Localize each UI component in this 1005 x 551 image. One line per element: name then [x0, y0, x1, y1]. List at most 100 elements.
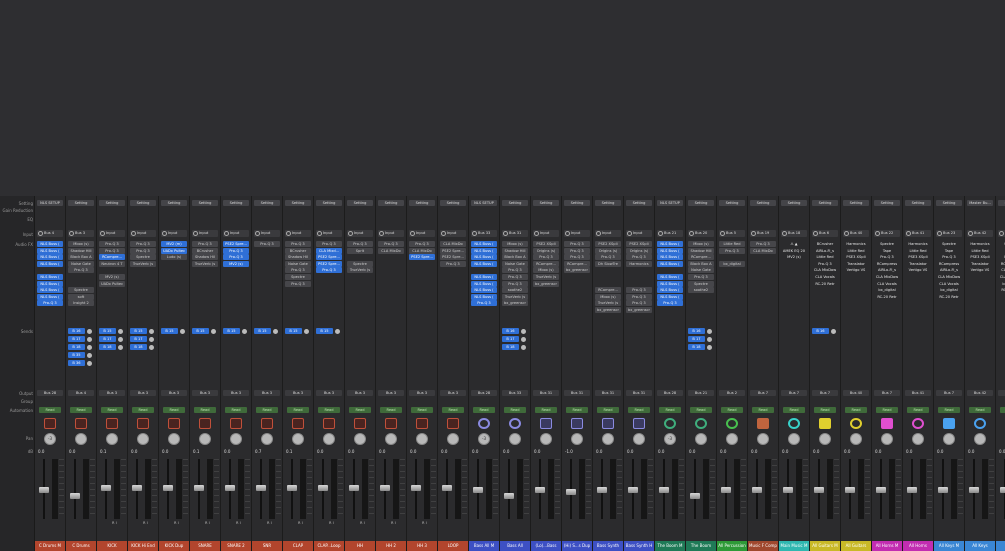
automation-mode[interactable]: Read: [783, 407, 805, 413]
audio-fx-slot[interactable]: PSE3 XSpli: [967, 254, 993, 260]
volume-fader-handle[interactable]: [969, 487, 979, 493]
automation-mode[interactable]: Read: [163, 407, 185, 413]
audio-fx-slot[interactable]: Pro-Q 3: [719, 247, 745, 254]
audio-fx-slot[interactable]: Pro-Q 3: [99, 247, 125, 254]
input-slot[interactable]: Input: [409, 230, 435, 237]
send-level-knob[interactable]: [87, 328, 92, 334]
pan-knob[interactable]: [695, 433, 707, 445]
output-slot[interactable]: Bus 31: [595, 390, 621, 396]
audio-fx-slot[interactable]: Pro-Q 3: [688, 273, 714, 280]
volume-fader-handle[interactable]: [566, 489, 576, 495]
pan-knob[interactable]: [633, 433, 645, 445]
channel-name[interactable]: Bass Synth H: [624, 541, 654, 551]
pan-knob[interactable]: [757, 433, 769, 445]
input-slot[interactable]: Input: [130, 230, 156, 237]
audio-fx-slot[interactable]: TrueVerb (s: [502, 293, 528, 300]
record-input-buttons[interactable]: R I: [205, 521, 210, 525]
audio-fx-slot[interactable]: RCompre...: [533, 260, 559, 267]
audio-fx-slot[interactable]: Pro-Q 3: [564, 254, 590, 261]
output-slot[interactable]: Bus 42: [967, 390, 993, 396]
audio-fx-slot[interactable]: Sprlt: [347, 247, 373, 254]
automation-mode[interactable]: Read: [411, 407, 433, 413]
channel-type-icon[interactable]: [695, 418, 707, 429]
audio-fx-slot[interactable]: Pro-Q 3: [285, 267, 311, 274]
output-slot[interactable]: Bus 7: [812, 390, 838, 396]
output-slot[interactable]: Bus 31: [533, 390, 559, 396]
send-slot[interactable]: B 17: [130, 336, 156, 342]
audio-fx-slot[interactable]: NLS Buss (: [657, 247, 683, 254]
audio-fx-slot[interactable]: Pro-Q 3: [99, 241, 125, 247]
channel-type-icon[interactable]: [788, 418, 800, 429]
audio-fx-slot[interactable]: BCrusher: [812, 241, 838, 247]
audio-fx-slot[interactable]: Pro-Q 3: [626, 254, 652, 261]
audio-fx-slot[interactable]: bx_greenscr: [595, 306, 621, 313]
fx-empty-slot[interactable]: [626, 274, 652, 280]
pan-knob[interactable]: [912, 433, 924, 445]
setting-button[interactable]: Setting: [998, 200, 1005, 206]
send-slot[interactable]: B 36: [68, 360, 94, 366]
volume-fader-handle[interactable]: [1000, 487, 1005, 493]
output-slot[interactable]: Bus 3: [223, 390, 249, 396]
volume-fader-handle[interactable]: [907, 487, 917, 493]
input-slot[interactable]: Input: [440, 230, 466, 237]
input-slot[interactable]: Input: [99, 230, 125, 237]
automation-mode[interactable]: Read: [194, 407, 216, 413]
audio-fx-slot[interactable]: RC-20 Retr: [874, 294, 900, 300]
channel-name[interactable]: HH: [345, 541, 375, 551]
audio-fx-slot[interactable]: Pro-Q 3: [502, 273, 528, 280]
input-slot[interactable]: Bus 6: [812, 230, 838, 237]
audio-fx-slot[interactable]: soothe2: [502, 287, 528, 294]
volume-fader-track[interactable]: [74, 459, 76, 519]
audio-fx-slot[interactable]: NLS Buss (: [657, 260, 683, 267]
setting-button[interactable]: Setting: [750, 200, 776, 206]
output-slot[interactable]: Bus 40: [843, 390, 869, 396]
automation-mode[interactable]: Read: [814, 407, 836, 413]
input-slot[interactable]: Bus 20: [688, 230, 714, 237]
audio-fx-slot[interactable]: Pro-Q 3: [533, 254, 559, 261]
automation-mode[interactable]: Read: [1000, 407, 1005, 413]
setting-button[interactable]: Setting: [161, 200, 187, 206]
pan-knob[interactable]: [571, 433, 583, 445]
channel-type-icon[interactable]: [602, 418, 614, 429]
setting-button[interactable]: Setting: [502, 200, 528, 206]
input-slot[interactable]: Input: [533, 230, 559, 237]
output-slot[interactable]: Bus 31: [626, 390, 652, 396]
pan-knob[interactable]: [106, 433, 118, 445]
automation-mode[interactable]: Read: [442, 407, 464, 413]
channel-name[interactable]: SNARE 2: [221, 541, 251, 551]
setting-button[interactable]: Setting: [285, 200, 311, 206]
output-slot[interactable]: Bus 41: [905, 390, 931, 396]
audio-fx-slot[interactable]: CLA Vocals: [874, 281, 900, 287]
volume-fader-handle[interactable]: [39, 487, 49, 493]
audio-fx-slot[interactable]: Spectre: [998, 241, 1005, 247]
audio-fx-slot[interactable]: TrueVerb (s: [347, 267, 373, 274]
pan-knob[interactable]: [416, 433, 428, 445]
audio-fx-slot[interactable]: NLS Buss (: [657, 293, 683, 300]
channel-name[interactable]: All Percussion: [717, 541, 747, 551]
pan-knob[interactable]: [447, 433, 459, 445]
audio-fx-slot[interactable]: Little Red: [812, 254, 838, 260]
output-slot[interactable]: Bus 3: [378, 390, 404, 396]
send-level-knob[interactable]: [304, 328, 309, 334]
send-level-knob[interactable]: [118, 336, 123, 342]
send-level-knob[interactable]: [118, 344, 123, 350]
input-slot[interactable]: Input: [564, 230, 590, 237]
volume-fader-handle[interactable]: [628, 487, 638, 493]
audio-fx-slot[interactable]: TrueVerb (s: [192, 260, 218, 267]
channel-type-icon[interactable]: [664, 418, 676, 429]
channel-name[interactable]: SNR: [252, 541, 282, 551]
audio-fx-slot[interactable]: CLA MixDow: [812, 267, 838, 273]
audio-fx-slot[interactable]: Translator: [843, 261, 869, 267]
send-slot[interactable]: B 15: [285, 328, 311, 334]
audio-fx-slot[interactable]: Dh SlowTre: [595, 260, 621, 267]
audio-fx-slot[interactable]: PSE3 XSpli: [843, 254, 869, 260]
send-slot[interactable]: B 15: [223, 328, 249, 334]
audio-fx-slot[interactable]: CLA MixDow: [998, 274, 1005, 280]
input-slot[interactable]: Bus 41: [905, 230, 931, 237]
channel-name[interactable]: All Horns M: [872, 541, 902, 551]
channel-type-icon[interactable]: [912, 418, 924, 429]
audio-fx-slot[interactable]: TrueVerb (s: [130, 260, 156, 267]
output-slot[interactable]: Bus 28: [657, 390, 683, 396]
audio-fx-slot[interactable]: CLA Vocals: [936, 281, 962, 287]
send-slot[interactable]: B 15: [99, 328, 125, 334]
